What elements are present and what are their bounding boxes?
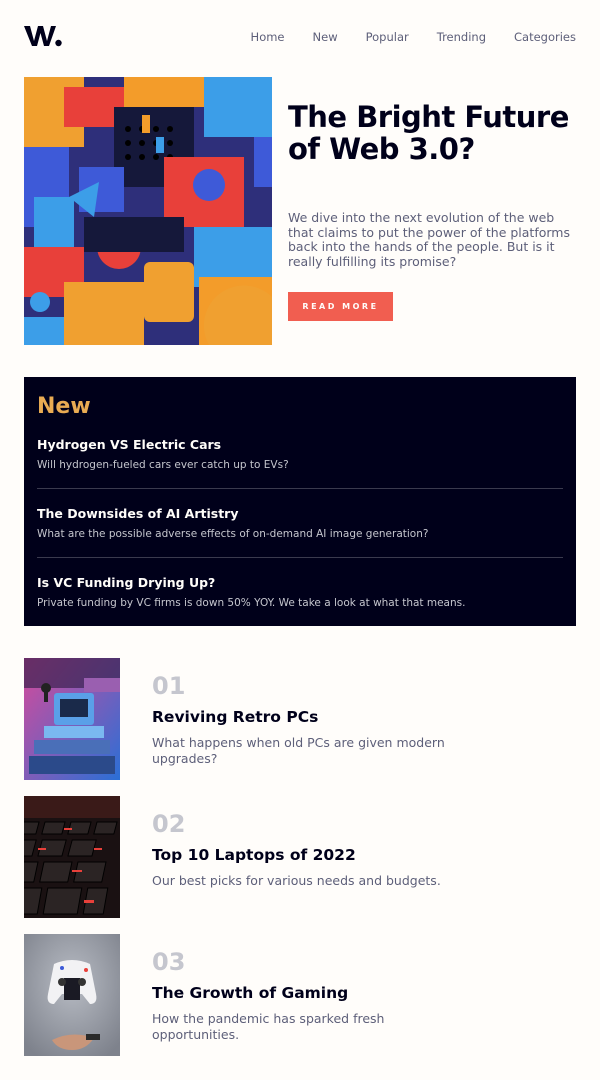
new-article-description: Private funding by VC firms is down 50% … [37,597,466,609]
item-number: 02 [152,810,186,838]
item-description: What happens when old PCs are given mode… [152,735,445,766]
item-title[interactable]: Top 10 Laptops of 2022 [152,846,356,864]
new-articles-panel: New Hydrogen VS Electric Cars Will hydro… [24,377,576,626]
item-number: 01 [152,672,186,700]
hero-image [24,77,272,345]
hero-description: We dive into the next evolution of the w… [288,210,570,269]
laptop-keyboard-image[interactable] [24,796,120,918]
nav-link-trending[interactable]: Trending [437,30,486,44]
nav-link-popular[interactable]: Popular [366,30,409,44]
divider [37,488,563,489]
retro-pc-image[interactable] [24,658,120,780]
item-title[interactable]: Reviving Retro PCs [152,708,318,726]
list-item[interactable]: 03 The Growth of Gaming How the pandemic… [24,934,576,1056]
hero-title: The Bright Future of Web 3.0? [288,100,569,166]
game-controller-image[interactable] [24,934,120,1056]
divider [37,557,563,558]
item-number: 03 [152,948,186,976]
new-heading: New [37,394,91,419]
new-article-description: Will hydrogen-fueled cars ever catch up … [37,459,289,471]
new-article-title[interactable]: The Downsides of AI Artistry [37,506,563,521]
new-article-item[interactable]: Hydrogen VS Electric Cars Will hydrogen-… [37,437,563,471]
new-article-title[interactable]: Is VC Funding Drying Up? [37,575,563,590]
site-logo[interactable] [24,24,62,48]
nav-link-new[interactable]: New [313,30,338,44]
new-article-title[interactable]: Hydrogen VS Electric Cars [37,437,563,452]
nav-link-home[interactable]: Home [251,30,285,44]
new-article-item[interactable]: Is VC Funding Drying Up? Private funding… [37,575,563,609]
read-more-button[interactable]: READ MORE [288,292,393,321]
item-description: Our best picks for various needs and bud… [152,873,441,888]
item-title[interactable]: The Growth of Gaming [152,984,348,1002]
main-nav: Home New Popular Trending Categories [223,30,576,44]
list-item[interactable]: 02 Top 10 Laptops of 2022 Our best picks… [24,796,576,918]
new-article-item[interactable]: The Downsides of AI Artistry What are th… [37,506,563,540]
new-article-description: What are the possible adverse effects of… [37,528,429,540]
nav-link-categories[interactable]: Categories [514,30,576,44]
site-header: Home New Popular Trending Categories [0,0,600,76]
list-item[interactable]: 01 Reviving Retro PCs What happens when … [24,658,576,780]
item-description: How the pandemic has sparked fresh oppor… [152,1011,385,1042]
